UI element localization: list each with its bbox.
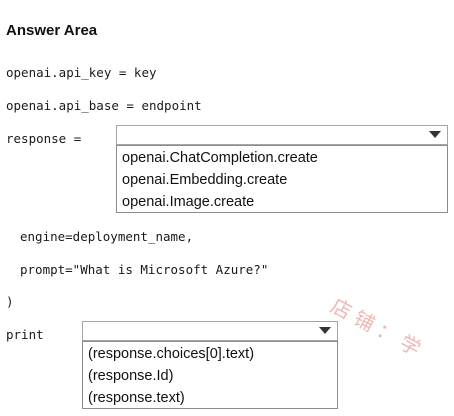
code-line-api-base: openai.api_base = endpoint <box>6 98 202 113</box>
code-line-engine: engine=deployment_name, <box>20 229 194 244</box>
chevron-down-icon[interactable] <box>319 327 331 334</box>
response-method-options: openai.ChatCompletion.create openai.Embe… <box>116 145 448 213</box>
print-option-choices-text[interactable]: (response.choices[0].text) <box>83 343 337 365</box>
print-option-id[interactable]: (response.Id) <box>83 365 337 387</box>
code-line-api-key: openai.api_key = key <box>6 65 157 80</box>
response-option-embedding[interactable]: openai.Embedding.create <box>117 169 447 191</box>
chevron-down-icon[interactable] <box>429 131 441 138</box>
code-line-prompt: prompt="What is Microsoft Azure?" <box>20 262 269 277</box>
response-option-image[interactable]: openai.Image.create <box>117 191 447 213</box>
answer-area-title: Answer Area <box>6 22 98 39</box>
code-line-print: print <box>6 327 44 342</box>
print-option-text[interactable]: (response.text) <box>83 387 337 409</box>
watermark: 店铺：学 <box>326 293 430 364</box>
response-method-dropdown[interactable] <box>116 125 448 145</box>
response-option-chatcompletion[interactable]: openai.ChatCompletion.create <box>117 147 447 169</box>
code-line-response: response = <box>6 131 82 146</box>
code-line-close-paren: ) <box>6 294 14 309</box>
print-argument-options: (response.choices[0].text) (response.Id)… <box>82 341 338 409</box>
print-argument-dropdown[interactable] <box>82 321 338 341</box>
